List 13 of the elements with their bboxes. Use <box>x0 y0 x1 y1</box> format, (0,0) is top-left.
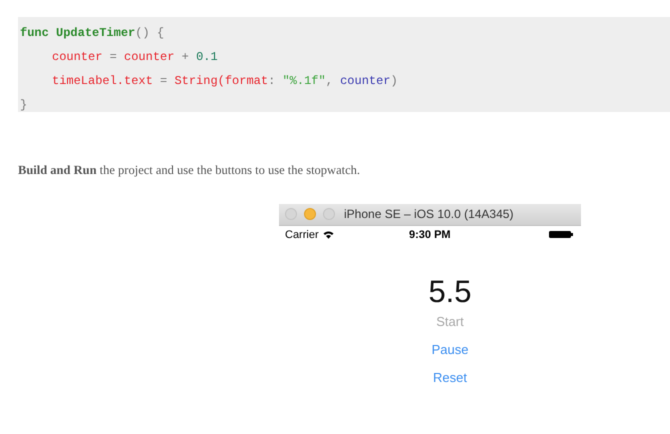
window-title: iPhone SE – iOS 10.0 (14A345) <box>344 206 514 224</box>
code-line: timeLabel.text = String(format: "%.1f", counter) <box>51 73 398 90</box>
wifi-icon <box>322 230 334 239</box>
paragraph: Build and Run the project and use the buttons to use the stopwatch. <box>18 162 360 179</box>
carrier-label: Carrier <box>285 228 319 242</box>
code-line: counter = counter + 0.1 <box>51 49 218 66</box>
status-time: 9:30 PM <box>409 228 451 242</box>
battery-icon <box>549 231 573 238</box>
app-button[interactable]: Reset <box>433 368 467 387</box>
app-button[interactable]: Pause <box>432 340 468 359</box>
code-line: } <box>20 97 28 114</box>
timer-label: 5.5 <box>428 274 472 310</box>
code-line: func UpdateTimer() { <box>20 25 164 42</box>
